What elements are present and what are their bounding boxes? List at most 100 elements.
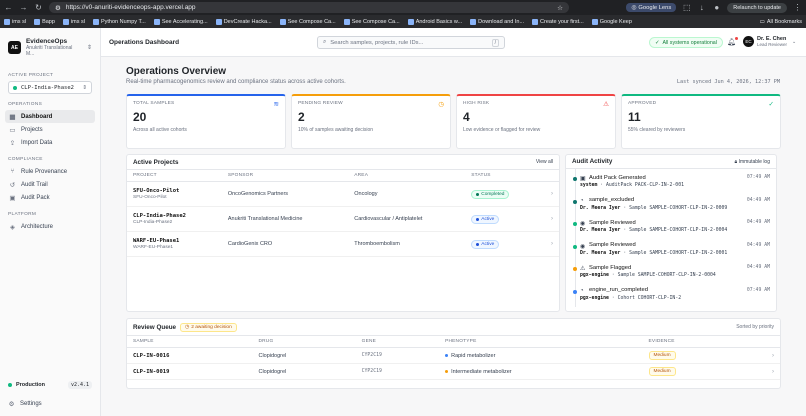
- kpi-label: HIGH RISK: [463, 101, 490, 106]
- table-row[interactable]: SFU-Onco-Pilot SFU-Onco-Pilot OncoGenomics…: [127, 181, 559, 207]
- evidence-cell: Medium: [642, 363, 744, 380]
- bookmark-item[interactable]: Android Basics w...: [407, 18, 462, 25]
- notifications-button[interactable]: 🔔︎: [727, 37, 738, 46]
- extensions-icon[interactable]: ⬚: [682, 3, 691, 12]
- google-lens-button[interactable]: ◎ Google Lens: [626, 3, 677, 12]
- sidebar-item-audit-pack[interactable]: ▣ Audit Pack: [5, 191, 95, 204]
- project-selector[interactable]: CLP-India-Phase2 ⇕: [8, 81, 92, 94]
- kpi-card: TOTAL SAMPLES 20 Across all active cohorts…: [126, 94, 286, 149]
- panel-title: Review Queue: [133, 323, 177, 331]
- all-bookmarks-button[interactable]: ▭ All Bookmarks: [760, 19, 802, 25]
- bookmark-item[interactable]: See Compose Ca...: [343, 18, 400, 25]
- page-title: Operations Dashboard: [109, 38, 180, 46]
- back-icon[interactable]: ←: [4, 3, 13, 12]
- phenotype-cell: Rapid metabolizer: [439, 347, 643, 364]
- sidebar-item-rule-provenance[interactable]: ⑂ Rule Provenance: [5, 165, 95, 178]
- profile-icon[interactable]: ●: [712, 3, 721, 12]
- chevron-right-icon: ›: [551, 216, 553, 222]
- bookmark-item[interactable]: See Compose Ca...: [279, 18, 336, 25]
- view-all-link[interactable]: View all: [536, 159, 553, 165]
- audit-actor: pgx-engine: [580, 295, 609, 301]
- audit-title: engine_run_completed: [589, 287, 648, 294]
- table-row[interactable]: CLP-IN-0016 Clopidogrel CYP2C19 Rapid metab…: [127, 347, 780, 364]
- phenotype-dot: [445, 369, 449, 373]
- kpi-card: HIGH RISK 4 Low evidence or flagged for re…: [456, 94, 616, 149]
- favicon-icon: [279, 18, 286, 25]
- audit-meta: system · AuditPack PACK-CLP-IN-2-001: [580, 183, 684, 188]
- bookmark-star-icon[interactable]: ☆: [557, 4, 563, 12]
- favicon-icon: [532, 18, 539, 25]
- relaunch-button[interactable]: Relaunch to update: [727, 2, 787, 13]
- menu-icon[interactable]: ⋮: [793, 3, 802, 12]
- layers-icon: ◈: [10, 223, 15, 231]
- immutable-log-label: 🔒︎ Immutable log: [734, 158, 770, 165]
- project-cell: SFU-Onco-Pilot SFU-Onco-Pilot: [127, 181, 222, 207]
- search-input[interactable]: ⌕ Search samples, projects, rule IDs... …: [317, 36, 505, 49]
- user-menu[interactable]: EC Dr. E. Chen Lead Reviewer ⌄: [743, 36, 796, 47]
- sidebar-item-settings[interactable]: ⚙ Settings: [8, 397, 92, 410]
- bookmark-item[interactable]: ims sl: [4, 18, 26, 25]
- kpi-label: TOTAL SAMPLES: [133, 101, 175, 106]
- favicon-icon: [215, 18, 222, 25]
- drug-cell: Clopidogrel: [252, 363, 356, 380]
- bookmark-item[interactable]: Python Numpy T...: [92, 18, 146, 25]
- logo: AE: [8, 41, 21, 54]
- sponsor-cell: Anukriti Translational Medicine: [221, 206, 349, 232]
- database-icon: ≋: [273, 101, 279, 108]
- audit-title-row: ▣ Audit Pack Generated: [580, 174, 684, 183]
- row-action[interactable]: ›: [743, 363, 780, 380]
- kpi-value: 2: [298, 110, 305, 124]
- sidebar-item-audit-trail[interactable]: ↺ Audit Trail: [5, 178, 95, 191]
- bookmark-item[interactable]: Download and In...: [470, 18, 524, 25]
- audit-detail: Cohort COHORT-CLP-IN-2: [617, 295, 682, 301]
- site-info-icon[interactable]: ⚙: [55, 4, 61, 12]
- overview-title: Operations Overview: [126, 66, 227, 77]
- area-cell: Thromboembolism: [348, 231, 466, 257]
- brand[interactable]: AE EvidenceOps Anukriti Translational M.…: [0, 28, 100, 65]
- row-action[interactable]: ›: [538, 206, 559, 232]
- grid-icon: ▦: [9, 113, 16, 121]
- chevron-right-icon: ›: [551, 191, 553, 197]
- audit-actor: system: [580, 183, 598, 188]
- project-cell: CLP-India-Phase2 CLP-India-Phase2: [127, 206, 222, 232]
- reload-icon[interactable]: ↻: [34, 3, 43, 12]
- download-icon[interactable]: ↓: [697, 3, 706, 12]
- sidebar-item-projects[interactable]: ▭ Projects: [5, 123, 95, 136]
- nav-section-label: PLATFORM: [8, 212, 37, 217]
- sidebar-item-import-data[interactable]: ⇪ Import Data: [5, 136, 95, 149]
- bookmark-item[interactable]: Bapp: [34, 18, 55, 25]
- env-dot: [8, 383, 12, 387]
- version-badge: v2.4.1: [67, 381, 92, 389]
- bookmark-item[interactable]: ims sl: [62, 18, 85, 25]
- bookmark-item[interactable]: Create your first...: [532, 18, 584, 25]
- audit-time: 04:49 AM: [746, 242, 770, 248]
- gear-icon: ⚙: [8, 400, 15, 408]
- row-action[interactable]: ›: [538, 181, 559, 207]
- review-queue-table: SAMPLE DRUG GENE PHENOTYPE EVIDENCE CLP-IN-0…: [127, 335, 780, 380]
- folder-icon: ▭: [759, 18, 765, 25]
- bookmark-item[interactable]: DevCreate Hacka...: [215, 18, 272, 25]
- row-action[interactable]: ›: [743, 347, 780, 364]
- timeline-dot: [573, 289, 577, 294]
- chevron-right-icon: ›: [772, 352, 774, 359]
- warning-icon: ⚠: [603, 101, 609, 108]
- bookmark-item[interactable]: See Accelerating...: [153, 18, 208, 25]
- main: Operations Dashboard ⌕ Search samples, p…: [101, 28, 806, 416]
- favicon-icon: [407, 18, 414, 25]
- kpi-hint: Across all active cohorts: [133, 127, 187, 133]
- sidebar-item-architecture[interactable]: ◈ Architecture: [5, 220, 95, 233]
- project-id: WARF-EU-Phase1: [133, 238, 180, 244]
- review-queue-panel: Review Queue ◷ 2 awaiting decision Sorted…: [126, 318, 781, 389]
- forward-icon[interactable]: →: [19, 3, 28, 12]
- bookmark-item[interactable]: Google Keep: [591, 18, 632, 25]
- clock-icon: ◷: [185, 324, 190, 330]
- table-row[interactable]: CLP-IN-0019 Clopidogrel CYP2C19 Intermediat…: [127, 363, 780, 380]
- project-sub: CLP-India-Phase2: [133, 220, 173, 225]
- table-row[interactable]: WARF-EU-Phase1 WARF-EU-Phase1 CardioGenix …: [127, 231, 559, 257]
- address-bar[interactable]: ⚙ https://v0-anuriti-evidenceops-app.ver…: [49, 2, 569, 13]
- table-row[interactable]: CLP-India-Phase2 CLP-India-Phase2 Anukriti…: [127, 206, 559, 232]
- sidebar-item-dashboard[interactable]: ▦ Dashboard: [5, 110, 95, 123]
- row-action[interactable]: ›: [538, 231, 559, 257]
- kpi-value: 11: [628, 110, 641, 124]
- audit-time: 07:49 AM: [746, 175, 770, 180]
